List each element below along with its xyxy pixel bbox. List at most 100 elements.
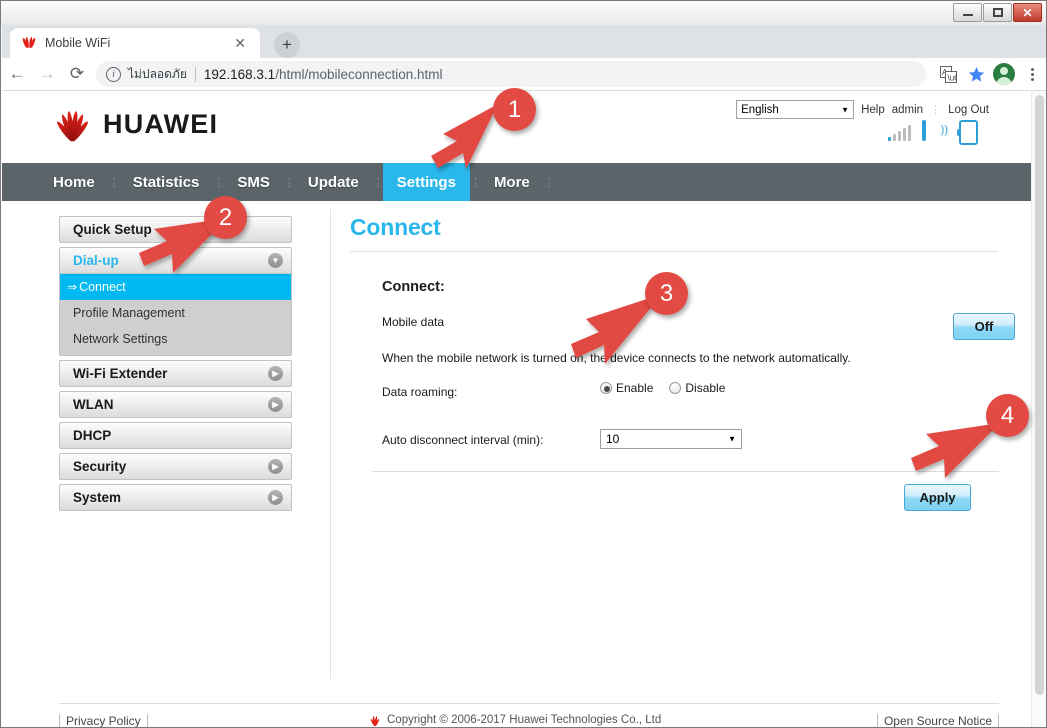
address-bar[interactable]: i ไม่ปลอดภัย 192.168.3.1/html/mobileconn…	[96, 61, 926, 87]
sidebar-group-label: Quick Setup	[73, 222, 152, 237]
header-separator: ⋮	[930, 104, 942, 116]
sidebar-group-label: Wi-Fi Extender	[73, 366, 168, 381]
huawei-logo: HUAWEI	[51, 107, 219, 143]
mobile-data-toggle-button[interactable]: Off	[953, 313, 1015, 340]
nav-separator: ⋮	[469, 176, 481, 189]
chevron-right-icon: ▶	[268, 366, 283, 381]
brand-name: HUAWEI	[103, 108, 219, 139]
radio-enable-label: Enable	[616, 381, 654, 395]
sidebar-item-quick-setup[interactable]: Quick Setup	[59, 216, 292, 243]
sidebar-item-system[interactable]: System ▶	[59, 484, 292, 511]
radio-disable-label: Disable	[685, 381, 726, 395]
logout-link[interactable]: Log Out	[948, 104, 989, 116]
account-label[interactable]: admin	[892, 104, 923, 116]
mobile-data-row: Mobile data Off	[382, 313, 1015, 340]
copyright-text: Copyright © 2006-2017 Huawei Technologie…	[368, 714, 661, 726]
sidebar-item-dial-up[interactable]: Dial-up ▼	[59, 247, 292, 274]
nav-separator: ⋮	[283, 176, 295, 189]
nav-item-statistics[interactable]: Statistics	[119, 163, 214, 201]
nav-separator: ⋮	[543, 176, 555, 189]
nav-item-settings[interactable]: Settings	[382, 163, 470, 201]
nav-item-home[interactable]: Home	[39, 163, 109, 201]
huawei-mini-logo	[368, 715, 382, 726]
bookmark-star-icon[interactable]	[962, 60, 990, 88]
huawei-favicon	[20, 35, 36, 51]
close-icon[interactable]: ✕	[1013, 3, 1042, 22]
settings-content: Connect Connect: Mobile data Off When th…	[350, 201, 1015, 511]
settings-sidebar: Quick Setup Dial-up ▼ ⇒ Connect Profile …	[59, 216, 292, 515]
language-select[interactable]: English ▼	[736, 100, 855, 119]
omnibox-divider	[194, 66, 196, 82]
sidebar-group-label: Dial-up	[73, 253, 119, 268]
sidebar-item-profile-management[interactable]: Profile Management	[60, 300, 291, 326]
nav-item-more[interactable]: More	[480, 163, 544, 201]
os-window: ✕ Mobile WiFi ✕ + ← → ⟳ i ไม่ปลอดภัย 192…	[0, 0, 1047, 728]
chevron-right-icon: ▶	[268, 397, 283, 412]
open-source-notice-link[interactable]: Open Source Notice	[876, 714, 999, 727]
privacy-policy-link[interactable]: Privacy Policy	[59, 714, 148, 727]
help-link[interactable]: Help	[861, 104, 885, 116]
site-info-icon[interactable]: i	[106, 66, 121, 82]
radio-enable-dot[interactable]	[600, 382, 612, 394]
tab-close-icon[interactable]: ✕	[230, 35, 250, 52]
minimize-button[interactable]	[953, 3, 982, 22]
auto-disconnect-label: Auto disconnect interval (min):	[382, 433, 544, 447]
address-bar-url: 192.168.3.1/html/mobileconnection.html	[204, 67, 443, 82]
header-utility-bar: English ▼ Help admin ⋮ Log Out	[736, 100, 989, 119]
sidebar-group-label: Security	[73, 459, 127, 474]
sidebar-group-label: WLAN	[73, 397, 114, 412]
url-host: 192.168.3.1	[203, 66, 276, 82]
sidebar-item-network-settings[interactable]: Network Settings	[60, 326, 291, 352]
auto-disconnect-row: Auto disconnect interval (min): 10 ▼	[382, 429, 1000, 451]
sidebar-item-dhcp[interactable]: DHCP	[59, 422, 292, 449]
nav-separator: ⋮	[372, 176, 384, 189]
sidebar-group-label: System	[73, 490, 122, 505]
sidebar-item-security[interactable]: Security ▶	[59, 453, 292, 480]
title-rule	[350, 251, 998, 252]
reload-icon[interactable]: ⟳	[62, 59, 92, 89]
nav-item-update[interactable]: Update	[294, 163, 373, 201]
sidebar-subitem-label: Network Settings	[73, 332, 168, 346]
chevron-right-icon: ▶	[268, 459, 283, 474]
translate-icon[interactable]: A \u6587	[934, 60, 962, 88]
sidebar-subitems-dial-up: ⇒ Connect Profile Management Network Set…	[59, 274, 292, 356]
maximize-button[interactable]	[983, 3, 1012, 22]
radio-disable-dot[interactable]	[669, 382, 682, 394]
window-titlebar: ✕	[1, 1, 1046, 25]
profile-avatar[interactable]	[990, 60, 1018, 88]
sidebar-item-connect[interactable]: ⇒ Connect	[60, 274, 291, 300]
url-path: /html/mobileconnection.html	[275, 66, 443, 82]
page-scrollbar[interactable]	[1031, 91, 1046, 727]
connected-device-icon: ))	[922, 120, 948, 141]
chevron-right-icon: ▶	[268, 490, 283, 505]
sidebar-subitem-label: Connect	[79, 280, 126, 294]
nav-separator: ⋮	[213, 176, 224, 189]
back-icon[interactable]: ←	[2, 59, 32, 89]
new-tab-button[interactable]: +	[274, 32, 300, 58]
browser-tab[interactable]: Mobile WiFi ✕	[10, 28, 260, 58]
radio-disable[interactable]: Disable	[669, 381, 725, 395]
huawei-flower-icon	[51, 107, 93, 143]
forward-icon[interactable]: →	[32, 59, 62, 89]
browser-menu-icon[interactable]	[1018, 60, 1046, 88]
chevron-down-icon: ▼	[841, 105, 850, 114]
mobile-data-label: Mobile data	[382, 315, 445, 329]
nav-item-sms[interactable]: SMS	[223, 163, 284, 201]
site-header: HUAWEI English ▼ Help admin ⋮ Log Out))	[2, 91, 1031, 163]
section-title: Connect:	[382, 279, 445, 295]
sidebar-item-wlan[interactable]: WLAN ▶	[59, 391, 292, 418]
svg-text:\u6587: \u6587	[947, 73, 957, 82]
page-title: Connect	[350, 214, 441, 240]
auto-disconnect-select[interactable]: 10 ▼	[600, 429, 742, 449]
sidebar-item-wifi-extender[interactable]: Wi-Fi Extender ▶	[59, 360, 292, 387]
data-roaming-radio-group: Enable Disable	[600, 381, 725, 395]
page-scrollbar-thumb[interactable]	[1035, 95, 1044, 695]
not-secure-label: ไม่ปลอดภัย	[128, 66, 187, 81]
page-viewport: HUAWEI English ▼ Help admin ⋮ Log Out))…	[2, 91, 1046, 727]
site-footer: Privacy Policy Copyright © 2006-2017 Hua…	[2, 703, 1031, 727]
apply-button[interactable]: Apply	[904, 484, 971, 511]
radio-enable[interactable]: Enable	[600, 381, 653, 395]
mobile-data-description: When the mobile network is turned on, th…	[382, 351, 851, 365]
nav-separator: ⋮	[108, 176, 120, 189]
form-rule	[372, 471, 999, 472]
